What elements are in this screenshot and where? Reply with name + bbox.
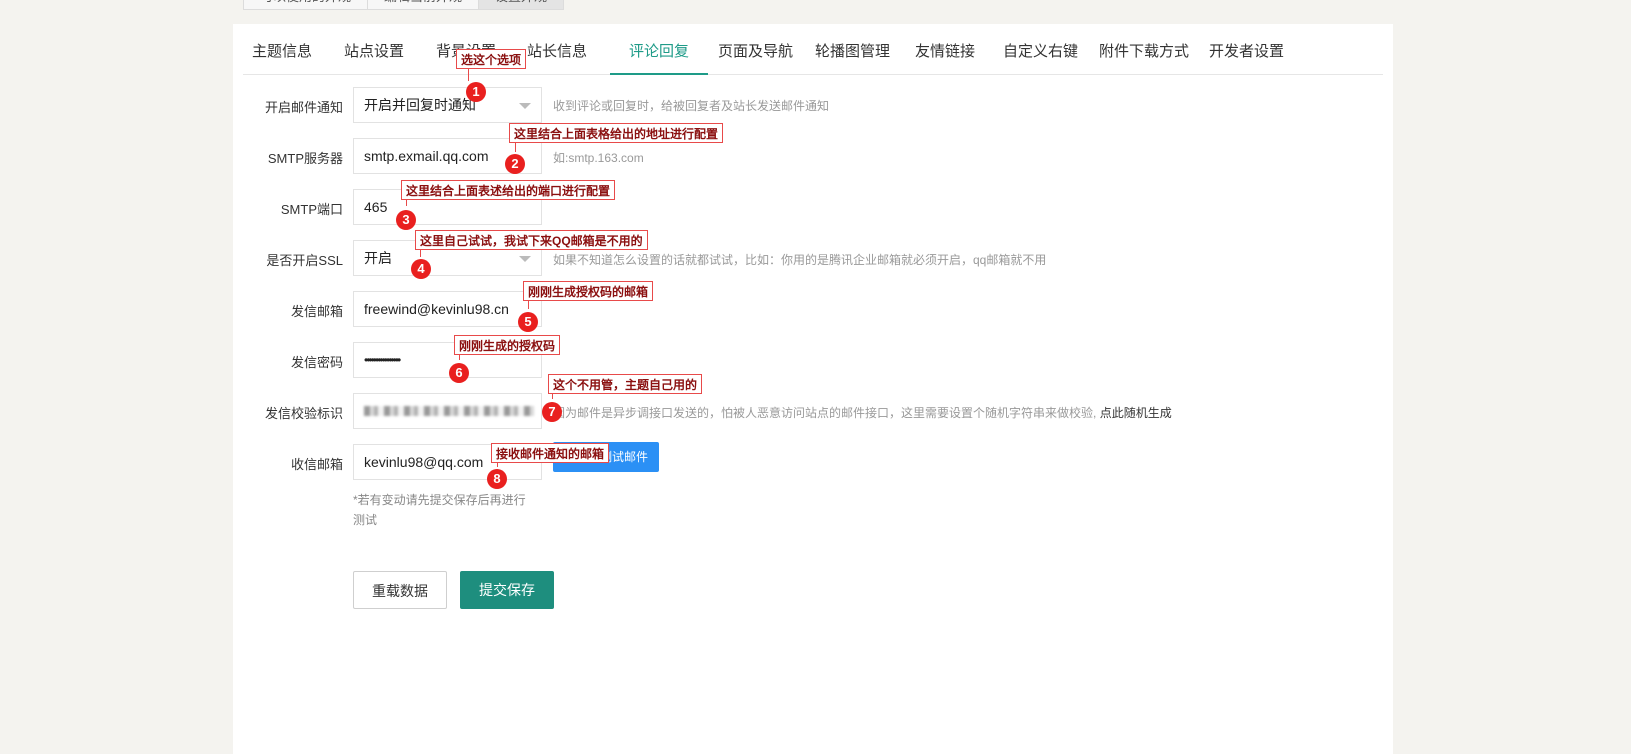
annotation-number-6: 6	[449, 363, 469, 383]
outer-tab-bar: 可以使用的外观 编辑当前外观 设置外观	[243, 0, 565, 10]
annotation-number-3: 3	[396, 210, 416, 230]
sender-email-label: 发信邮箱	[290, 304, 343, 319]
settings-tab-bar: 主题信息 站点设置 背景设置 站长信息 评论回复 页面及导航 轮播图管理 友情链…	[243, 24, 1383, 75]
annotation-leader-4	[420, 250, 421, 257]
annotation-label-3: 这里结合上面表述给出的端口进行配置	[401, 180, 616, 200]
tab-owner-info[interactable]: 站长信息	[527, 24, 587, 74]
mail-notify-hint: 收到评论或回复时，给被回复者及站长发送邮件通知	[553, 99, 830, 113]
tab-available-themes[interactable]: 可以使用的外观	[243, 0, 369, 10]
mail-notify-select[interactable]: 开启并回复时通知	[353, 87, 542, 123]
ssl-label: 是否开启SSL	[266, 253, 343, 268]
annotation-leader-6	[459, 355, 460, 360]
chevron-down-icon	[519, 256, 531, 262]
tab-comment-reply[interactable]: 评论回复	[610, 24, 709, 75]
annotation-leader-7	[552, 394, 553, 399]
annotation-label-5: 刚刚生成授权码的邮箱	[523, 281, 654, 301]
annotation-leader-8	[497, 463, 498, 467]
annotation-leader-1	[468, 69, 469, 81]
tab-theme-info[interactable]: 主题信息	[252, 24, 312, 74]
sender-email-input[interactable]: freewind@kevinlu98.cn	[353, 291, 542, 327]
annotation-label-1: 选这个选项	[456, 49, 527, 69]
save-before-test-note: *若有变动请先提交保存后再进行测试	[353, 493, 526, 527]
annotation-number-2: 2	[505, 154, 525, 174]
reload-data-button[interactable]: 重载数据	[353, 571, 447, 609]
annotation-label-4: 这里自己试试，我试下来QQ邮箱是不用的	[415, 230, 648, 250]
annotation-number-5: 5	[518, 312, 538, 332]
smtp-server-hint: 如:smtp.163.com	[553, 151, 644, 165]
blurred-token	[364, 406, 534, 416]
verify-token-input[interactable]	[353, 393, 542, 429]
tab-attachment-download[interactable]: 附件下载方式	[1099, 24, 1189, 74]
ssl-hint: 如果不知道怎么设置的话就都试试，比如：你用的是腾讯企业邮箱就必须开启，qq邮箱就…	[553, 253, 1047, 267]
chevron-down-icon	[519, 103, 531, 109]
tab-theme-settings[interactable]: 设置外观	[478, 0, 565, 10]
ssl-value: 开启	[364, 250, 392, 266]
tab-custom-right-click[interactable]: 自定义右键	[1003, 24, 1078, 74]
annotation-label-8: 接收邮件通知的邮箱	[491, 443, 610, 463]
verify-token-label: 发信校验标识	[264, 406, 343, 421]
tab-site-settings[interactable]: 站点设置	[344, 24, 404, 74]
smtp-port-label: SMTP端口	[280, 202, 343, 217]
verify-token-hint: 因为邮件是异步调接口发送的，怕被人恶意访问站点的邮件接口，这里需要设置个随机字符…	[553, 404, 1172, 421]
mail-notify-value: 开启并回复时通知	[364, 97, 476, 113]
tab-developer-settings[interactable]: 开发者设置	[1209, 24, 1284, 74]
annotation-number-7: 7	[542, 402, 562, 422]
tab-carousel[interactable]: 轮播图管理	[815, 24, 890, 74]
submit-save-button[interactable]: 提交保存	[460, 571, 554, 609]
receiver-email-label: 收信邮箱	[290, 457, 343, 472]
smtp-server-label: SMTP服务器	[267, 151, 343, 166]
settings-panel: 主题信息 站点设置 背景设置 站长信息 评论回复 页面及导航 轮播图管理 友情链…	[233, 24, 1393, 754]
annotation-number-8: 8	[487, 469, 507, 489]
annotation-leader-2	[515, 143, 516, 152]
tab-pages-nav[interactable]: 页面及导航	[718, 24, 793, 74]
annotation-label-2: 这里结合上面表格给出的地址进行配置	[509, 123, 724, 143]
annotation-leader-3	[406, 200, 407, 206]
generate-random-link[interactable]: 点此随机生成	[1100, 406, 1172, 420]
annotation-number-1: 1	[466, 82, 486, 102]
tab-friend-links[interactable]: 友情链接	[915, 24, 975, 74]
annotation-leader-5	[528, 301, 529, 309]
mail-notify-label: 开启邮件通知	[264, 100, 343, 115]
verify-token-hint-text: 因为邮件是异步调接口发送的，怕被人恶意访问站点的邮件接口，这里需要设置个随机字符…	[553, 406, 1097, 420]
tab-edit-theme[interactable]: 编辑当前外观	[367, 0, 480, 10]
annotation-label-7: 这个不用管，主题自己用的	[548, 374, 703, 394]
sender-password-label: 发信密码	[290, 355, 343, 370]
annotation-label-6: 刚刚生成的授权码	[454, 335, 561, 355]
annotation-number-4: 4	[411, 259, 431, 279]
